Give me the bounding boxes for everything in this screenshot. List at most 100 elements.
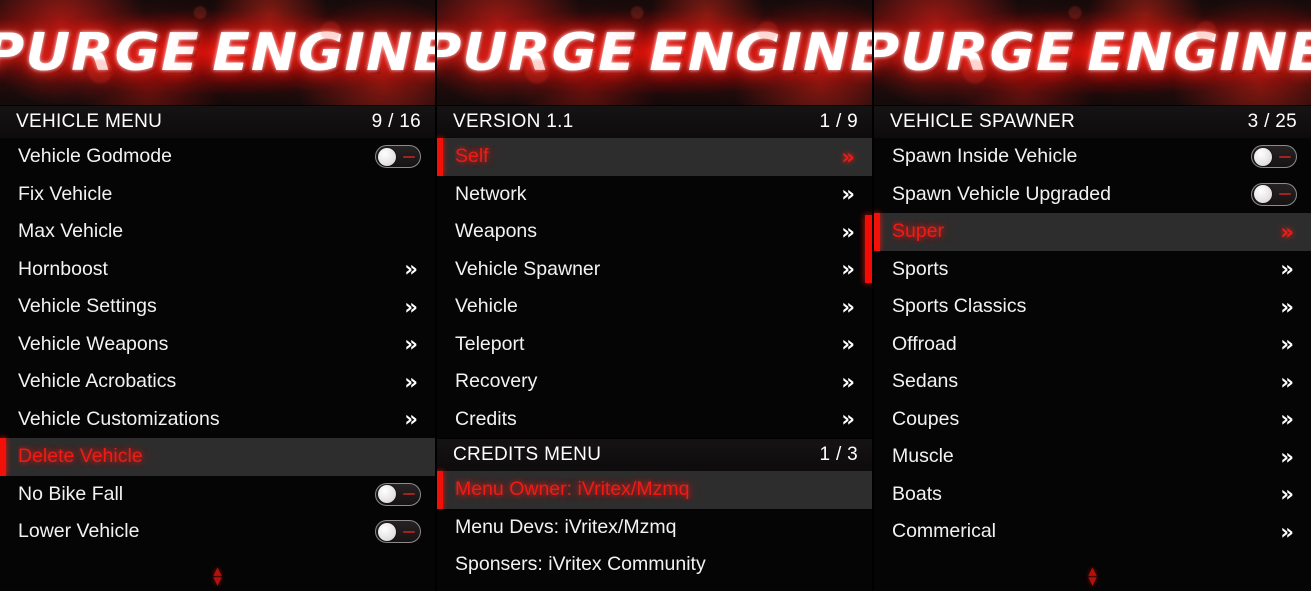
menu-item-menu-owner-ivritex-mzmq[interactable]: Menu Owner: iVritex/Mzmq: [437, 471, 872, 509]
menu-item-label: Coupes: [892, 407, 960, 430]
menu-item-sports-classics[interactable]: Sports Classics »: [874, 288, 1311, 326]
menu-item-label: Recovery: [455, 370, 538, 393]
menu-item-sponsers-ivritex-community[interactable]: Sponsers: iVritex Community: [437, 546, 872, 584]
menu-item-fix-vehicle[interactable]: Fix Vehicle: [0, 175, 435, 213]
menu-item-lower-vehicle[interactable]: Lower Vehicle: [0, 513, 435, 551]
menu-counter: 9 / 16: [371, 111, 421, 132]
menu-item-label: Offroad: [892, 332, 957, 355]
menu-column-1: PURGE ENGINE VEHICLE MENU 9 / 16 Vehicle God…: [0, 0, 437, 591]
menu-item-muscle[interactable]: Muscle »: [874, 438, 1311, 476]
purge-engine-banner: PURGE ENGINE: [437, 0, 872, 105]
menu-item-label: Commerical: [892, 520, 997, 543]
menu-item-label: Teleport: [455, 332, 525, 355]
menu-item-weapons[interactable]: Weapons »: [437, 213, 872, 251]
menu-item-vehicle-customizations[interactable]: Vehicle Customizations »: [0, 400, 435, 438]
chevron-right-double-icon: »: [1280, 482, 1294, 507]
menu-item-offroad[interactable]: Offroad »: [874, 325, 1311, 363]
menu-item-self[interactable]: Self »: [437, 138, 872, 176]
menu-title: VEHICLE MENU: [16, 111, 163, 132]
toggle-switch-off[interactable]: [1251, 182, 1297, 206]
menu-counter: 1 / 9: [819, 111, 858, 132]
purge-engine-banner: PURGE ENGINE: [0, 0, 435, 105]
chevron-right-double-icon: »: [1280, 369, 1294, 394]
toggle-knob: [1254, 185, 1272, 204]
toggle-knob: [1254, 147, 1272, 166]
menu-item-recovery[interactable]: Recovery »: [437, 363, 872, 401]
menu-item-coupes[interactable]: Coupes »: [874, 400, 1311, 438]
chevron-right-double-icon: »: [1280, 407, 1294, 432]
toggle-switch-off[interactable]: [375, 482, 421, 506]
scroll-updown-icon: ▴ ▾: [213, 561, 222, 591]
menu-item-teleport[interactable]: Teleport »: [437, 325, 872, 363]
toggle-knob: [378, 147, 396, 166]
menu-item-vehicle-godmode[interactable]: Vehicle Godmode: [0, 138, 435, 176]
menu-item-sports[interactable]: Sports »: [874, 250, 1311, 288]
banner-logo: PURGE ENGINE: [437, 0, 872, 105]
menu-item-label: Menu Devs: iVritex/Mzmq: [455, 515, 677, 538]
chevron-right-double-icon: »: [841, 294, 855, 319]
menu-item-label: No Bike Fall: [18, 482, 124, 505]
menu-item-credits[interactable]: Credits »: [437, 400, 872, 438]
chevron-right-double-icon: »: [1280, 257, 1294, 282]
menu-column-3: PURGE ENGINE VEHICLE SPAWNER 3 / 25 Spawn In…: [874, 0, 1311, 591]
menu-counter: 3 / 25: [1247, 111, 1297, 132]
toggle-switch-off[interactable]: [375, 520, 421, 544]
toggle-switch-off[interactable]: [375, 145, 421, 169]
menu-item-spawn-vehicle-upgraded[interactable]: Spawn Vehicle Upgraded: [874, 175, 1311, 213]
menu-item-vehicle[interactable]: Vehicle »: [437, 288, 872, 326]
menu-item-label: Sports Classics: [892, 295, 1027, 318]
menu-item-label: Vehicle Settings: [18, 295, 157, 318]
menu-item-boats[interactable]: Boats »: [874, 475, 1311, 513]
menu-rows: Spawn Inside Vehicle Spawn Vehicle Upgrad…: [874, 138, 1311, 551]
menu-item-label: Self: [455, 145, 489, 168]
menu-item-label: Vehicle Acrobatics: [18, 370, 177, 393]
menu-item-label: Vehicle Weapons: [18, 332, 169, 355]
logo-word-purge: PURGE: [437, 22, 637, 83]
menu-item-vehicle-weapons[interactable]: Vehicle Weapons »: [0, 325, 435, 363]
chevron-right-double-icon: »: [841, 257, 855, 282]
scroll-indicator-footer[interactable]: ▴ ▾: [874, 563, 1311, 591]
menu-column-2: PURGE ENGINE VERSION 1.1 1 / 9 Self » Network »…: [437, 0, 874, 591]
menu-item-max-vehicle[interactable]: Max Vehicle: [0, 213, 435, 251]
chevron-right-double-icon: »: [404, 294, 418, 319]
logo-word-engine: ENGINE: [212, 22, 435, 83]
menu-header-3-1: VEHICLE SPAWNER 3 / 25: [874, 105, 1311, 138]
logo-word-engine: ENGINE: [1087, 22, 1311, 83]
menu-item-no-bike-fall[interactable]: No Bike Fall: [0, 475, 435, 513]
menu-item-label: Network: [455, 182, 527, 205]
menu-header-1-1: VEHICLE MENU 9 / 16: [0, 105, 435, 138]
chevron-right-double-icon: »: [841, 182, 855, 207]
menu-item-sedans[interactable]: Sedans »: [874, 363, 1311, 401]
menu-item-label: Credits: [455, 407, 517, 430]
chevron-right-double-icon: »: [1280, 219, 1294, 244]
menu-item-delete-vehicle[interactable]: Delete Vehicle: [0, 438, 435, 476]
toggle-switch-off[interactable]: [1251, 145, 1297, 169]
menu-item-label: Lower Vehicle: [18, 520, 140, 543]
scroll-indicator-footer[interactable]: ▴ ▾: [0, 563, 435, 591]
chevron-right-double-icon: »: [404, 407, 418, 432]
menu-item-label: Spawn Inside Vehicle: [892, 145, 1078, 168]
chevron-right-double-icon: »: [841, 332, 855, 357]
menu-item-network[interactable]: Network »: [437, 175, 872, 213]
menu-item-label: Muscle: [892, 445, 954, 468]
menu-item-hornboost[interactable]: Hornboost »: [0, 250, 435, 288]
menu-item-super[interactable]: Super »: [874, 213, 1311, 251]
menu-item-label: Fix Vehicle: [18, 182, 113, 205]
menu-item-label: Sponsers: iVritex Community: [455, 553, 706, 576]
menu-item-commerical[interactable]: Commerical »: [874, 513, 1311, 551]
menu-header-2-2: CREDITS MENU 1 / 3: [437, 438, 872, 471]
menu-item-menu-devs-ivritex-mzmq[interactable]: Menu Devs: iVritex/Mzmq: [437, 508, 872, 546]
menu-item-vehicle-acrobatics[interactable]: Vehicle Acrobatics »: [0, 363, 435, 401]
scrollbar-thumb[interactable]: [865, 215, 872, 283]
menu-item-label: Sports: [892, 257, 949, 280]
logo-word-purge: PURGE: [874, 22, 1075, 83]
toggle-knob: [378, 485, 396, 504]
menu-item-vehicle-spawner[interactable]: Vehicle Spawner »: [437, 250, 872, 288]
menu-item-vehicle-settings[interactable]: Vehicle Settings »: [0, 288, 435, 326]
chevron-right-double-icon: »: [1280, 444, 1294, 469]
chevron-right-double-icon: »: [841, 369, 855, 394]
menu-item-spawn-inside-vehicle[interactable]: Spawn Inside Vehicle: [874, 138, 1311, 176]
logo-word-engine: ENGINE: [649, 22, 872, 83]
menu-title: CREDITS MENU: [453, 444, 602, 465]
menu-header-2-1: VERSION 1.1 1 / 9: [437, 105, 872, 138]
